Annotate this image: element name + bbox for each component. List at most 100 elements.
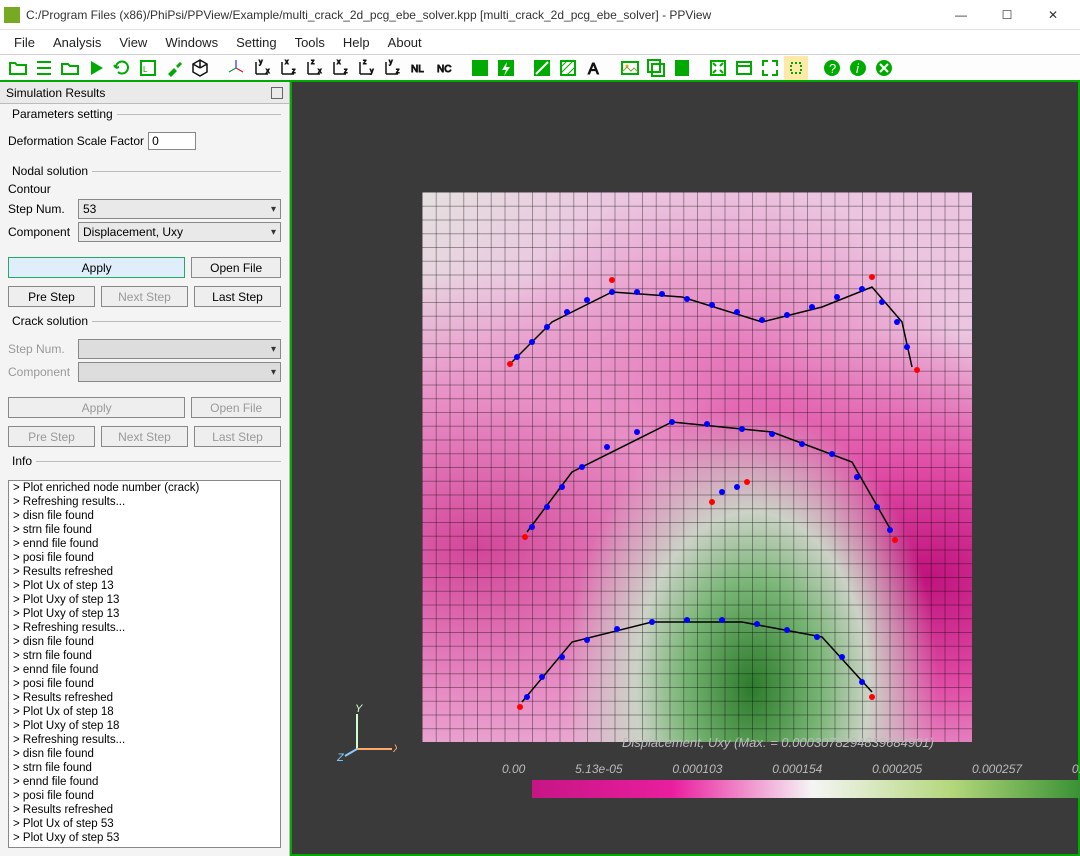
crack-prev-button: Pre Step xyxy=(8,426,95,447)
viewport[interactable]: Y X Z Displacement, Uxy (Max. = 0.000307… xyxy=(290,82,1080,856)
maximize-button[interactable]: ☐ xyxy=(984,1,1030,29)
view-yz-icon[interactable]: yz xyxy=(380,56,404,80)
menu-view[interactable]: View xyxy=(111,33,155,52)
nodal-step-label: Step Num. xyxy=(8,202,74,216)
log-line: > Results refreshed xyxy=(13,803,276,817)
close-button[interactable]: ✕ xyxy=(1030,1,1076,29)
svg-text:x: x xyxy=(285,59,289,66)
axis3d-icon[interactable] xyxy=(224,56,248,80)
svg-text:A: A xyxy=(588,61,599,78)
log-icon[interactable]: L xyxy=(136,56,160,80)
diag-icon[interactable] xyxy=(530,56,554,80)
nodal-next-button[interactable]: Next Step xyxy=(101,286,188,307)
select-icon[interactable] xyxy=(784,56,808,80)
crack-step-combo: ▾ xyxy=(78,339,281,359)
menu-tools[interactable]: Tools xyxy=(287,33,333,52)
log-line: > Plot Uxy of step 13 xyxy=(13,593,276,607)
nodal-open-button[interactable]: Open File xyxy=(191,257,281,278)
text-icon[interactable]: A xyxy=(582,56,606,80)
info-log[interactable]: > Plot Svm of step 6> Plot Uxy of step 6… xyxy=(8,480,281,848)
image-icon[interactable] xyxy=(618,56,642,80)
window-title: C:/Program Files (x86)/PhiPsi/PPView/Exa… xyxy=(26,8,938,22)
log-line: > ennd file found xyxy=(13,775,276,789)
cube-icon[interactable] xyxy=(188,56,212,80)
crack-overlay xyxy=(422,192,972,742)
target-icon[interactable] xyxy=(468,56,492,80)
calculator-icon[interactable] xyxy=(670,56,694,80)
window-icon[interactable] xyxy=(732,56,756,80)
nodal-step-combo[interactable]: 53▾ xyxy=(78,199,281,219)
svg-text:NC: NC xyxy=(437,64,451,75)
menu-help[interactable]: Help xyxy=(335,33,378,52)
log-line: > disn file found xyxy=(13,747,276,761)
hatch-icon[interactable] xyxy=(556,56,580,80)
view-xz-icon[interactable]: xz xyxy=(276,56,300,80)
info-icon[interactable]: i xyxy=(846,56,870,80)
list-icon[interactable] xyxy=(32,56,56,80)
cancel-icon[interactable] xyxy=(872,56,896,80)
view-xz2-icon[interactable]: xz xyxy=(328,56,352,80)
play-icon[interactable] xyxy=(84,56,108,80)
nl-icon[interactable]: NL xyxy=(406,56,430,80)
nodal-group-label: Nodal solution xyxy=(8,164,92,178)
nodal-apply-button[interactable]: Apply xyxy=(8,257,185,278)
expand-icon[interactable] xyxy=(758,56,782,80)
log-line: > strn file found xyxy=(13,761,276,775)
log-line: > posi file found xyxy=(13,551,276,565)
nc-icon[interactable]: NC xyxy=(432,56,456,80)
menu-windows[interactable]: Windows xyxy=(157,33,226,52)
log-line: > Plot Ux of step 53 xyxy=(13,817,276,831)
open-file-icon[interactable] xyxy=(6,56,30,80)
menu-analysis[interactable]: Analysis xyxy=(45,33,109,52)
svg-text:z: z xyxy=(363,59,367,66)
nodal-last-button[interactable]: Last Step xyxy=(194,286,281,307)
refresh-icon[interactable] xyxy=(110,56,134,80)
nodal-prev-button[interactable]: Pre Step xyxy=(8,286,95,307)
crack-apply-button: Apply xyxy=(8,397,185,418)
lightning-icon[interactable] xyxy=(494,56,518,80)
panel-undock-icon[interactable] xyxy=(271,87,283,99)
deform-input[interactable] xyxy=(148,132,196,150)
menu-file[interactable]: File xyxy=(6,33,43,52)
log-line: > disn file found xyxy=(13,635,276,649)
log-line: > Refreshing results... xyxy=(13,495,276,509)
brush-icon[interactable] xyxy=(162,56,186,80)
colorbar-ticks: 0.00 5.13e-05 0.000103 0.000154 0.000205… xyxy=(502,762,1080,776)
svg-text:x: x xyxy=(318,68,322,75)
svg-text:y: y xyxy=(370,68,374,75)
legend-title: Displacement, Uxy (Max. = 0.000307829483… xyxy=(622,735,934,750)
log-line: > posi file found xyxy=(13,677,276,691)
view-zy-icon[interactable]: zy xyxy=(354,56,378,80)
svg-text:x: x xyxy=(337,59,341,66)
log-line: > Plot Uxy of step 13 xyxy=(13,607,276,621)
fit-icon[interactable] xyxy=(706,56,730,80)
svg-text:z: z xyxy=(344,68,348,75)
svg-text:z: z xyxy=(311,59,315,66)
log-line: > strn file found xyxy=(13,649,276,663)
view-xy-icon[interactable]: yx xyxy=(250,56,274,80)
svg-text:X: X xyxy=(392,743,397,755)
menu-setting[interactable]: Setting xyxy=(228,33,284,52)
gallery-icon[interactable] xyxy=(644,56,668,80)
nodal-component-combo[interactable]: Displacement, Uxy▾ xyxy=(78,222,281,242)
info-group-label: Info xyxy=(8,454,36,468)
view-zx-icon[interactable]: zx xyxy=(302,56,326,80)
menu-about[interactable]: About xyxy=(380,33,430,52)
crack-open-button: Open File xyxy=(191,397,281,418)
crack-next-button: Next Step xyxy=(101,426,188,447)
log-line: > Results refreshed xyxy=(13,691,276,705)
toolbar: L yx xz zx xz zy yz NL NC A ? i xyxy=(0,54,1080,82)
svg-text:y: y xyxy=(259,59,263,66)
svg-text:NL: NL xyxy=(411,64,424,75)
svg-text:z: z xyxy=(292,68,296,75)
help-icon[interactable]: ? xyxy=(820,56,844,80)
log-line: > Plot Uxy of step 18 xyxy=(13,719,276,733)
log-line: > Refreshing results... xyxy=(13,621,276,635)
chevron-down-icon: ▾ xyxy=(271,204,276,215)
side-panel: Simulation Results Parameters setting De… xyxy=(0,82,290,856)
crack-step-label: Step Num. xyxy=(8,342,74,356)
svg-text:Y: Y xyxy=(355,704,363,715)
panel-title: Simulation Results xyxy=(6,86,105,100)
folder-icon[interactable] xyxy=(58,56,82,80)
minimize-button[interactable]: — xyxy=(938,1,984,29)
